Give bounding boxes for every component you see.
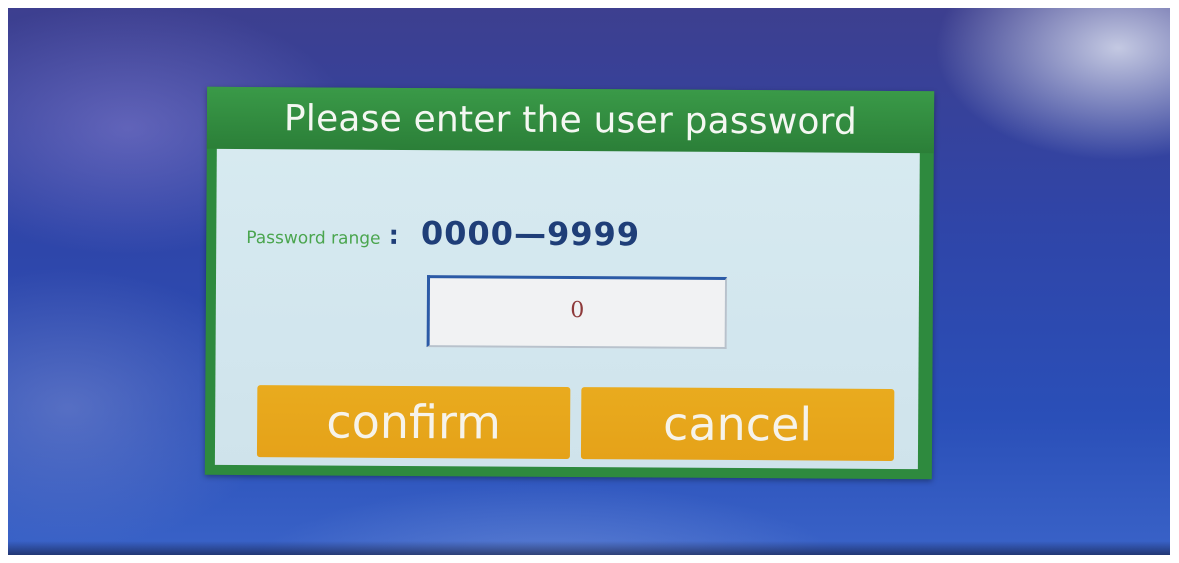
password-dialog: Please enter the user password Password … (204, 86, 935, 480)
password-input[interactable]: 0 (426, 275, 728, 349)
dialog-title: Please enter the user password (206, 86, 935, 154)
cancel-button[interactable]: cancel (580, 387, 895, 461)
screen-background: Please enter the user password Password … (8, 8, 1170, 555)
password-range-value: 0000—9999 (420, 214, 641, 254)
confirm-button[interactable]: confirm (256, 385, 571, 460)
password-range-separator: : (388, 220, 400, 251)
dialog-body: Password range : 0000—9999 0 confirm can… (214, 148, 920, 470)
screen-bezel-shadow (8, 541, 1170, 555)
password-range-label: Password range (246, 228, 381, 249)
password-range-row: Password range : 0000—9999 (246, 213, 640, 255)
